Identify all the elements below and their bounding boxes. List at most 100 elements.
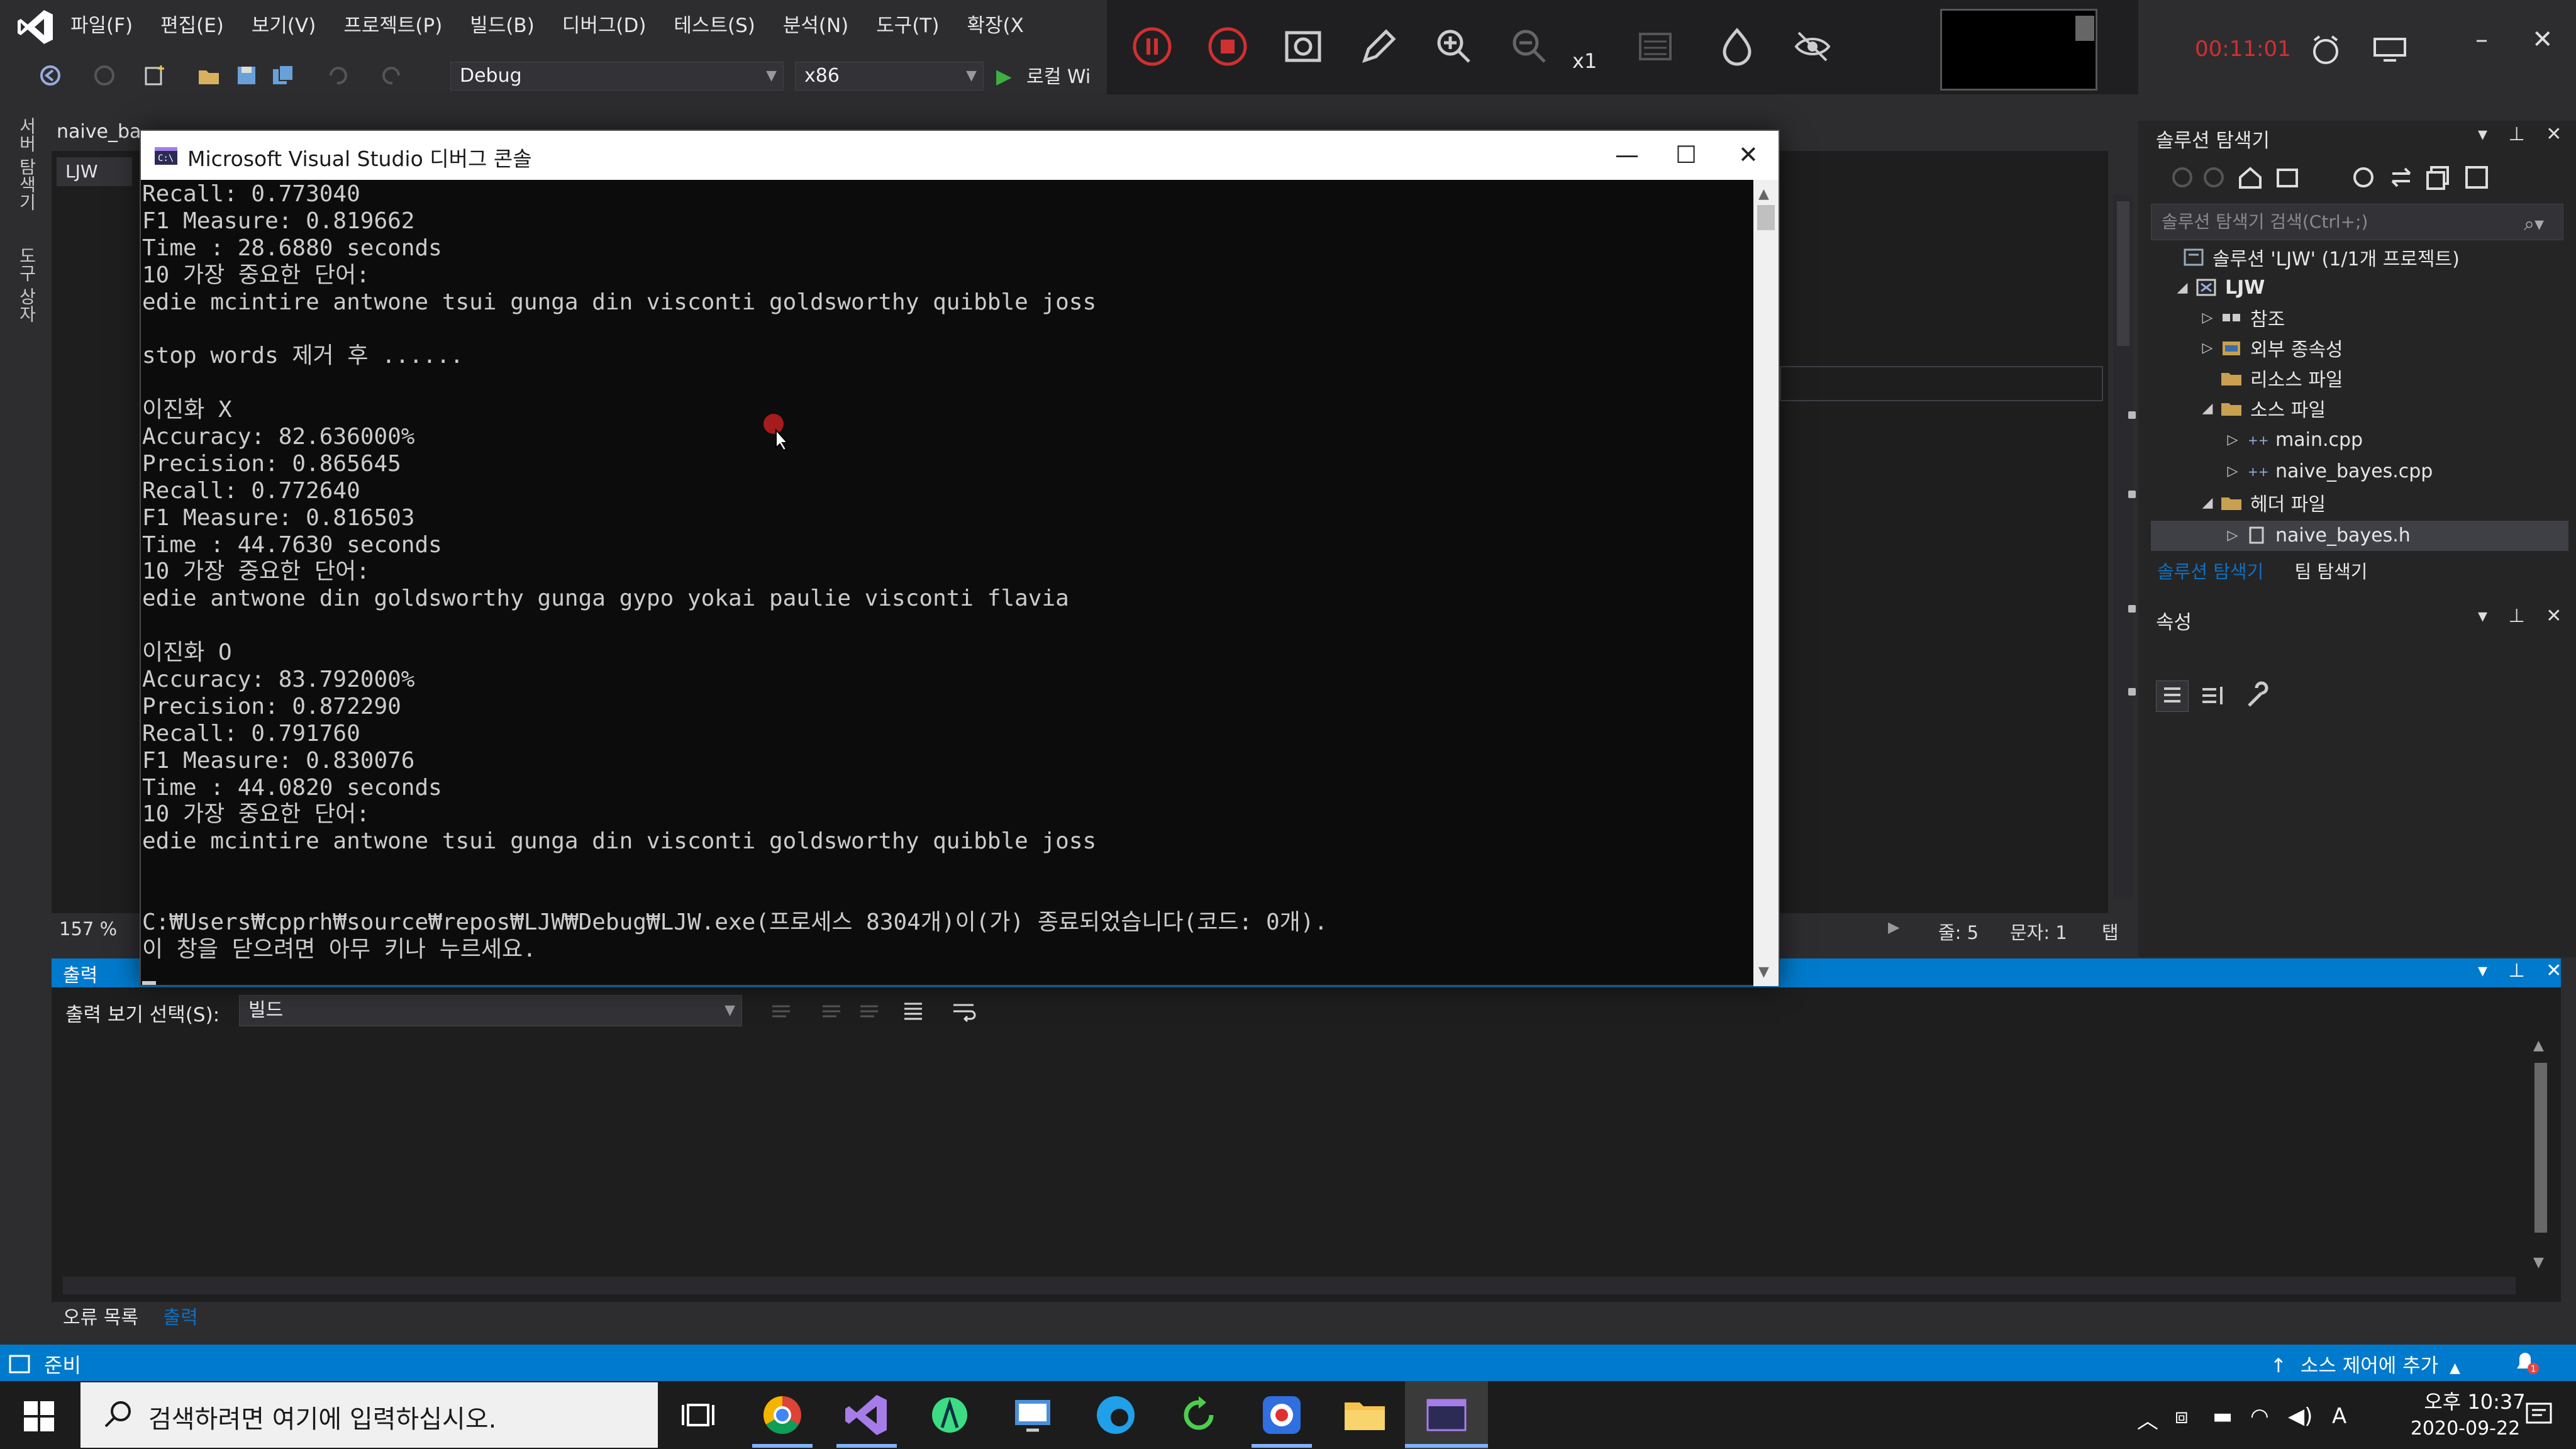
screen-recorder-app-icon[interactable] xyxy=(1258,1391,1306,1439)
console-app-icon[interactable] xyxy=(1423,1391,1470,1439)
editor-project-combo[interactable]: LJW xyxy=(57,157,132,186)
clear-all-icon[interactable] xyxy=(899,997,927,1025)
zoom-in-icon[interactable] xyxy=(1431,24,1477,69)
battery-icon[interactable]: ▬ xyxy=(2212,1404,2233,1429)
cursor-effect-icon[interactable] xyxy=(1714,24,1760,69)
scroll-down-icon[interactable]: ▼ xyxy=(1758,964,1769,980)
scroll-right-icon[interactable]: ▶ xyxy=(1888,918,1899,936)
file-explorer-icon[interactable] xyxy=(1341,1391,1389,1439)
next-message-icon[interactable] xyxy=(855,1000,883,1023)
menu-test[interactable]: 테스트(S) xyxy=(674,11,755,40)
menu-project[interactable]: 프로젝트(P) xyxy=(343,11,442,40)
forward-icon[interactable] xyxy=(92,63,117,88)
minimize-button[interactable]: — xyxy=(1615,141,1639,169)
close-button[interactable]: ✕ xyxy=(1738,141,1758,169)
scroll-up-icon[interactable]: ▲ xyxy=(1758,186,1769,202)
menu-analyze[interactable]: 분석(N) xyxy=(783,11,848,40)
task-view-icon[interactable] xyxy=(674,1391,722,1439)
back-icon[interactable] xyxy=(2170,165,2195,190)
recorder-preview-thumbnail[interactable] xyxy=(1940,9,2097,91)
expand-triangle-icon[interactable]: ▷ xyxy=(2220,432,2245,448)
ime-indicator[interactable]: A xyxy=(2332,1404,2346,1429)
menu-extensions[interactable]: 확장(X xyxy=(967,11,1023,40)
capture-icon[interactable] xyxy=(1280,24,1326,69)
editor-scrollbar[interactable] xyxy=(2113,195,2133,899)
output-panel-body[interactable] xyxy=(52,987,2561,1302)
console-title-bar[interactable]: C:\ Microsoft Visual Studio 디버그 콘솔 — ☐ ✕ xyxy=(141,131,1779,180)
pin-icon[interactable]: ⊥ xyxy=(2509,123,2525,145)
display-settings-icon[interactable] xyxy=(2371,35,2409,64)
close-icon[interactable]: ✕ xyxy=(2546,960,2562,982)
collapse-triangle-icon[interactable]: ◢ xyxy=(2195,401,2220,416)
forward-icon[interactable] xyxy=(2201,165,2226,190)
console-scrollbar[interactable]: ▲ ▼ xyxy=(1753,180,1779,986)
refresh-app-icon[interactable] xyxy=(1175,1391,1223,1439)
menu-build[interactable]: 빌드(B) xyxy=(470,11,535,40)
scroll-down-icon[interactable]: ▼ xyxy=(2533,1255,2544,1270)
expand-triangle-icon[interactable]: ▷ xyxy=(2220,464,2245,479)
pause-icon[interactable] xyxy=(1130,24,1175,69)
tree-item-resource-files[interactable]: 리소스 파일 xyxy=(2195,364,2343,392)
expand-triangle-icon[interactable]: ▷ xyxy=(2220,528,2245,543)
tree-item-main-cpp[interactable]: ▷ ++ main.cpp xyxy=(2220,425,2363,454)
find-message-icon[interactable] xyxy=(767,1000,795,1023)
alarm-clock-icon[interactable] xyxy=(2308,33,2343,68)
menu-view[interactable]: 보기(V) xyxy=(252,11,316,40)
scroll-thumb[interactable] xyxy=(2534,1063,2547,1233)
keyboard-overlay-icon[interactable] xyxy=(1633,24,1678,69)
menu-debug[interactable]: 디버그(D) xyxy=(562,11,647,40)
scroll-up-icon[interactable]: ▲ xyxy=(2533,1038,2544,1053)
notifications-bell-icon[interactable]: 1 xyxy=(2509,1348,2541,1376)
chrome-icon[interactable] xyxy=(758,1391,806,1439)
close-icon[interactable]: ✕ xyxy=(2546,605,2562,627)
zoom-out-icon[interactable] xyxy=(1507,24,1552,69)
hide-cursor-icon[interactable] xyxy=(1790,24,1835,69)
menu-file[interactable]: 파일(F) xyxy=(70,11,133,40)
tab-solution-explorer[interactable]: 솔루션 탐색기 xyxy=(2157,561,2263,582)
output-source-dropdown[interactable]: 빌드 ▼ xyxy=(239,995,742,1026)
edge-icon[interactable] xyxy=(1092,1391,1140,1439)
menu-tools[interactable]: 도구(T) xyxy=(876,11,939,40)
tree-item-naive-bayes-h[interactable]: ▷ naive_bayes.h xyxy=(2220,521,2411,550)
tree-item-external-deps[interactable]: ▷ 외부 종속성 xyxy=(2195,333,2343,362)
collapse-all-icon[interactable] xyxy=(2425,164,2453,191)
clock-date[interactable]: 2020-09-22 xyxy=(2399,1418,2531,1440)
start-debugging-button[interactable]: ▶ 로컬 Wi xyxy=(996,62,1091,91)
save-icon[interactable] xyxy=(234,63,259,88)
android-studio-icon[interactable] xyxy=(926,1391,974,1439)
clock-time[interactable]: 오후 10:37 xyxy=(2415,1386,2534,1415)
property-pages-button[interactable] xyxy=(2243,680,2275,712)
chevron-down-icon[interactable]: ▾ xyxy=(2478,123,2487,145)
platform-dropdown[interactable]: x86 ▼ xyxy=(795,62,984,91)
categorized-button[interactable] xyxy=(2156,680,2189,712)
tab-team-explorer[interactable]: 팀 탐색기 xyxy=(2295,561,2368,582)
expand-triangle-icon[interactable]: ▷ xyxy=(2195,310,2220,326)
back-icon[interactable] xyxy=(38,63,63,88)
previous-message-icon[interactable] xyxy=(818,1000,845,1023)
document-tab[interactable]: naive_ba xyxy=(57,121,141,143)
output-scrollbar[interactable]: ▲ ▼ xyxy=(2528,1038,2553,1270)
action-center-icon[interactable] xyxy=(2523,1400,2555,1430)
editor-zoom[interactable]: 157 % xyxy=(59,918,117,940)
tab-output[interactable]: 출력 xyxy=(163,1307,197,1329)
volume-icon[interactable]: ◀) xyxy=(2288,1404,2312,1429)
windows-start-icon[interactable] xyxy=(23,1400,55,1433)
undo-icon[interactable] xyxy=(325,63,350,88)
visual-studio-taskbar-icon[interactable] xyxy=(843,1391,891,1439)
stop-icon[interactable] xyxy=(1205,24,1250,69)
tree-item-project[interactable]: ◢ LJW xyxy=(2170,273,2265,302)
editor-member-dropdown[interactable] xyxy=(1780,366,2103,401)
home-icon[interactable] xyxy=(2236,164,2264,191)
close-button[interactable]: ✕ xyxy=(2532,25,2553,54)
switch-views-icon[interactable] xyxy=(2274,164,2302,191)
pen-icon[interactable] xyxy=(1356,24,1401,69)
word-wrap-icon[interactable] xyxy=(950,997,977,1025)
minimize-button[interactable]: – xyxy=(2475,25,2488,54)
open-file-icon[interactable] xyxy=(196,63,221,88)
taskbar-search-input[interactable]: 검색하려면 여기에 입력하십시오. xyxy=(80,1382,658,1448)
new-project-icon[interactable] xyxy=(142,63,167,88)
toolbox-tab[interactable]: 도구 상자 xyxy=(14,247,39,323)
collapse-triangle-icon[interactable]: ◢ xyxy=(2195,495,2220,511)
redo-icon[interactable] xyxy=(380,63,405,88)
meet-now-icon[interactable]: ⧈ xyxy=(2175,1404,2189,1429)
